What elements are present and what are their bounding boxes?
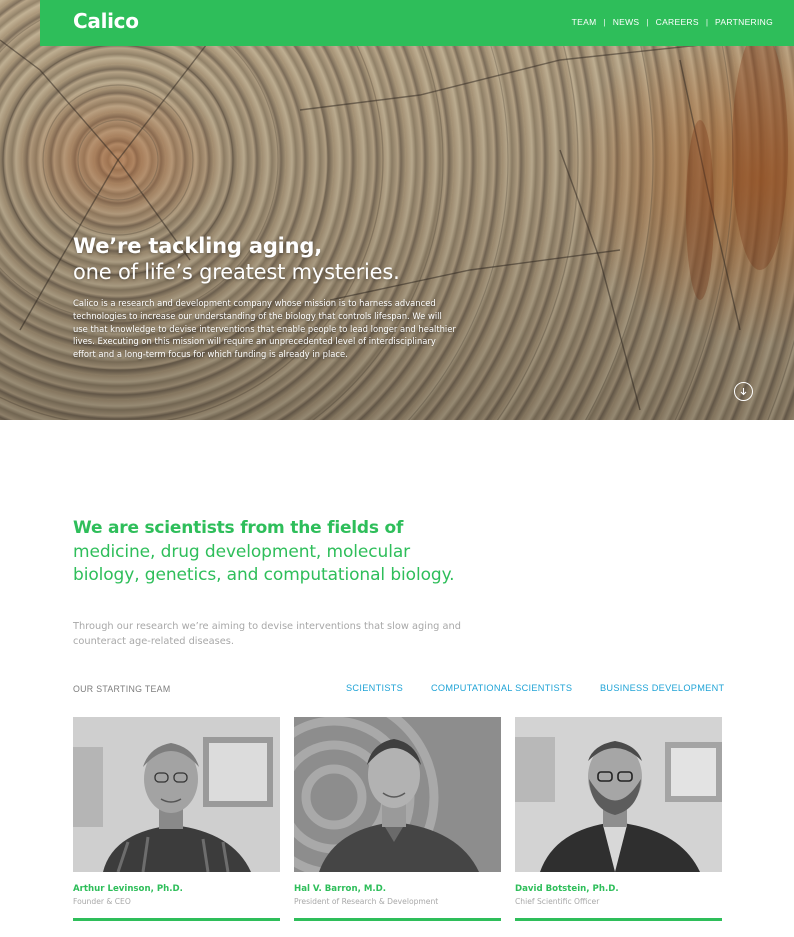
filter-scientists[interactable]: SCIENTISTS [346, 683, 403, 693]
filter-computational-scientists[interactable]: COMPUTATIONAL SCIENTISTS [431, 683, 572, 693]
scroll-down-button[interactable] [734, 382, 753, 401]
hero-subtitle: one of life’s greatest mysteries. [73, 260, 400, 284]
nav-separator: | [646, 17, 649, 27]
nav-partnering[interactable]: PARTNERING [715, 17, 773, 27]
nav-news[interactable]: NEWS [613, 17, 640, 27]
member-name: Hal V. Barron, M.D. [294, 884, 387, 894]
team-section-label: OUR STARTING TEAM [73, 684, 171, 694]
filter-business-development[interactable]: BUSINESS DEVELOPMENT [600, 683, 724, 693]
nav-separator: | [603, 17, 606, 27]
calico-logo[interactable]: Calico [73, 9, 139, 33]
card-accent-line [294, 918, 501, 921]
intro-headline-light: medicine, drug development, molecular bi… [73, 542, 455, 585]
main-nav: TEAM | NEWS | CAREERS | PARTNERING [572, 17, 773, 27]
nav-separator: | [705, 17, 709, 27]
portrait-photo [294, 717, 501, 872]
top-navigation-bar: Calico TEAM | NEWS | CAREERS | PARTNERIN… [40, 0, 794, 46]
member-role: Chief Scientific Officer [515, 897, 600, 906]
team-card[interactable]: David Botstein, Ph.D. Chief Scientific O… [515, 717, 722, 921]
nav-careers[interactable]: CAREERS [656, 17, 699, 27]
team-card[interactable]: Hal V. Barron, M.D. President of Researc… [294, 717, 501, 921]
card-accent-line [515, 918, 722, 921]
member-role: Founder & CEO [73, 897, 131, 906]
hero-title: We’re tackling aging, [73, 234, 323, 258]
card-accent-line [73, 918, 280, 921]
member-role: President of Research & Development [294, 897, 439, 906]
nav-team[interactable]: TEAM [572, 17, 597, 27]
portrait-photo [73, 717, 280, 872]
member-name: Arthur Levinson, Ph.D. [73, 884, 183, 894]
intro-headline-strong: We are scientists from the fields of [73, 518, 404, 538]
intro-description: Through our research we’re aiming to dev… [73, 621, 461, 647]
portrait-photo [515, 717, 722, 872]
member-name: David Botstein, Ph.D. [515, 884, 619, 894]
arrow-down-icon [740, 388, 747, 396]
hero-description: Calico is a research and development com… [73, 298, 456, 360]
hero-banner: We’re tackling aging, one of life’s grea… [0, 0, 794, 420]
team-card[interactable]: Arthur Levinson, Ph.D. Founder & CEO [73, 717, 280, 921]
